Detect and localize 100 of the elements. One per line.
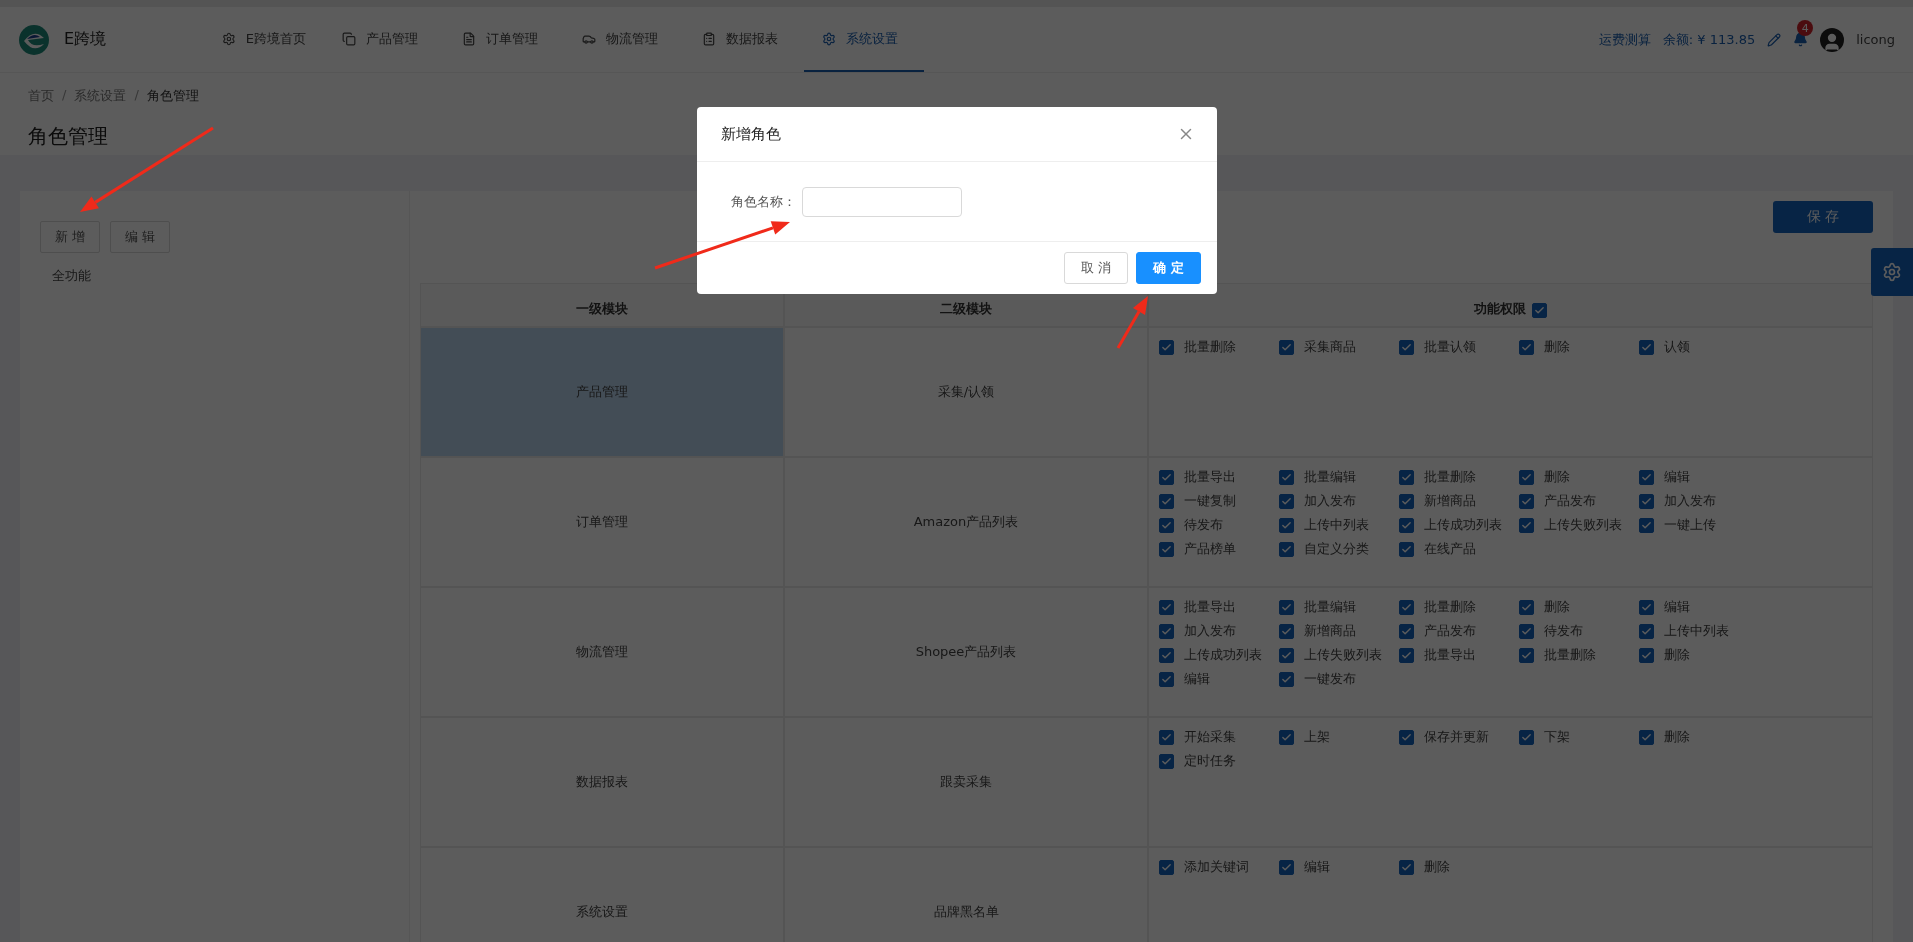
checkbox[interactable] xyxy=(1399,729,1414,745)
checkbox[interactable] xyxy=(1519,729,1534,745)
table-cell[interactable]: 订单管理 xyxy=(421,458,783,586)
permission-label: 下架 xyxy=(1544,728,1570,746)
checkbox[interactable] xyxy=(1279,671,1294,687)
save-button[interactable]: 保 存 xyxy=(1773,201,1873,233)
checkbox[interactable] xyxy=(1159,517,1174,533)
checkbox[interactable] xyxy=(1279,623,1294,639)
user-name[interactable]: licong xyxy=(1856,32,1895,47)
table-cell[interactable]: 数据报表 xyxy=(421,718,783,846)
nav-tab[interactable]: 物流管理 xyxy=(564,7,684,72)
nav-tab[interactable]: 订单管理 xyxy=(444,7,564,72)
checkbox[interactable] xyxy=(1519,599,1534,615)
checkbox[interactable] xyxy=(1399,541,1414,557)
checkbox[interactable] xyxy=(1639,647,1654,663)
checkbox[interactable] xyxy=(1519,623,1534,639)
checkbox[interactable] xyxy=(1159,753,1174,769)
checkbox[interactable] xyxy=(1159,647,1174,663)
check-icon xyxy=(1281,471,1292,483)
checkbox[interactable] xyxy=(1279,517,1294,533)
checkbox[interactable] xyxy=(1159,671,1174,687)
table-cell[interactable]: 系统设置 xyxy=(421,848,783,942)
checkbox[interactable] xyxy=(1399,469,1414,485)
check-icon xyxy=(1161,341,1172,353)
table-cell[interactable]: 物流管理 xyxy=(421,588,783,716)
checkbox[interactable] xyxy=(1639,729,1654,745)
field-label: 角色名称： xyxy=(731,192,796,211)
checkbox[interactable] xyxy=(1639,623,1654,639)
nav-tab[interactable]: E跨境首页 xyxy=(204,7,324,72)
freight-link[interactable]: 运费测算 xyxy=(1598,30,1651,49)
checkbox[interactable] xyxy=(1519,647,1534,663)
checkbox[interactable] xyxy=(1519,339,1534,355)
checkbox[interactable] xyxy=(1159,493,1174,509)
permission-label: 批量认领 xyxy=(1424,338,1476,356)
balance-link[interactable]: 余额: ¥ 113.85 xyxy=(1662,30,1756,49)
checkbox[interactable] xyxy=(1519,469,1534,485)
permission-label: 编辑 xyxy=(1664,598,1690,616)
check-icon xyxy=(1281,649,1292,661)
settings-button[interactable] xyxy=(1871,248,1913,296)
checkbox[interactable] xyxy=(1279,469,1294,485)
nav-tab[interactable]: 数据报表 xyxy=(684,7,804,72)
checkbox[interactable] xyxy=(1639,339,1654,355)
checkbox[interactable] xyxy=(1159,599,1174,615)
permission-label: 上架 xyxy=(1304,728,1330,746)
check-icon xyxy=(1521,649,1532,661)
checkbox[interactable] xyxy=(1639,469,1654,485)
role-item[interactable]: 全功能 xyxy=(40,263,389,289)
check-icon xyxy=(1521,601,1532,613)
permission-label: 批量导出 xyxy=(1184,598,1236,616)
input-field[interactable] xyxy=(802,186,962,217)
check-icon xyxy=(1401,543,1412,555)
check-icon xyxy=(1401,649,1412,661)
checkbox[interactable] xyxy=(1159,729,1174,745)
permission-label: 删除 xyxy=(1544,598,1570,616)
permission-label: 编辑 xyxy=(1664,468,1690,486)
breadcrumb-separator: / xyxy=(134,87,139,104)
check-icon xyxy=(1641,341,1652,353)
sidebar-button[interactable]: 编 辑 xyxy=(110,221,171,253)
checkbox[interactable] xyxy=(1532,303,1547,318)
checkbox[interactable] xyxy=(1279,647,1294,663)
checkbox[interactable] xyxy=(1639,517,1654,533)
checkbox[interactable] xyxy=(1159,469,1174,485)
checkbox[interactable] xyxy=(1519,517,1534,533)
checkbox[interactable] xyxy=(1159,339,1174,355)
checkbox[interactable] xyxy=(1279,599,1294,615)
checkbox[interactable] xyxy=(1279,493,1294,509)
checkbox[interactable] xyxy=(1399,339,1414,355)
edit-icon[interactable] xyxy=(1767,32,1782,47)
checkbox[interactable] xyxy=(1399,859,1414,875)
checkbox[interactable] xyxy=(1159,541,1174,557)
checkbox[interactable] xyxy=(1159,859,1174,875)
cancel-button[interactable]: 取 消 xyxy=(1064,252,1129,284)
checkbox[interactable] xyxy=(1399,493,1414,509)
checkbox[interactable] xyxy=(1519,493,1534,509)
check-icon xyxy=(1161,495,1172,507)
table-cell: 跟卖采集 xyxy=(785,718,1147,846)
confirm-button[interactable]: 确 定 xyxy=(1136,252,1201,284)
avatar[interactable] xyxy=(1820,27,1845,52)
checkbox[interactable] xyxy=(1279,541,1294,557)
check-icon xyxy=(1161,673,1172,685)
checkbox[interactable] xyxy=(1639,599,1654,615)
nav-tab[interactable]: 产品管理 xyxy=(324,7,444,72)
check-icon xyxy=(1641,649,1652,661)
checkbox[interactable] xyxy=(1399,599,1414,615)
permission-label: 批量编辑 xyxy=(1304,598,1356,616)
permission-label: 批量导出 xyxy=(1424,646,1476,664)
table-cell[interactable]: 产品管理 xyxy=(421,328,783,456)
checkbox[interactable] xyxy=(1279,339,1294,355)
check-icon xyxy=(1401,731,1412,743)
check-icon xyxy=(1281,543,1292,555)
check-icon xyxy=(1521,495,1532,507)
checkbox[interactable] xyxy=(1279,859,1294,875)
sidebar-button[interactable]: 新 增 xyxy=(40,221,101,253)
nav-label: 物流管理 xyxy=(606,29,658,48)
checkbox[interactable] xyxy=(1639,493,1654,509)
checkbox[interactable] xyxy=(1399,623,1414,639)
checkbox[interactable] xyxy=(1399,647,1414,663)
checkbox[interactable] xyxy=(1399,517,1414,533)
checkbox[interactable] xyxy=(1279,729,1294,745)
checkbox[interactable] xyxy=(1159,623,1174,639)
